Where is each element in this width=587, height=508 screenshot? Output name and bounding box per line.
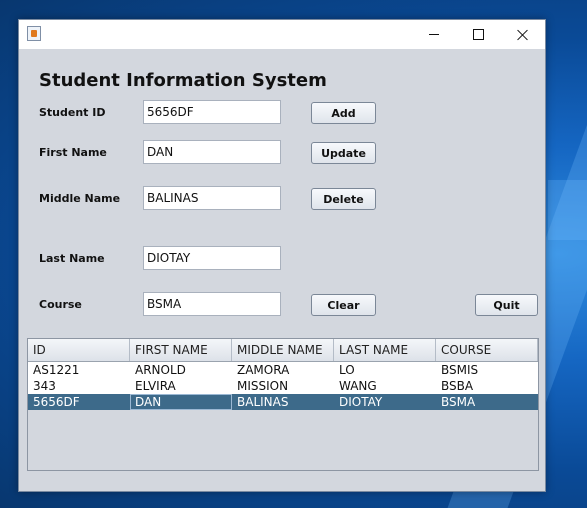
table-cell[interactable]: ARNOLD: [130, 362, 232, 378]
column-header-id[interactable]: ID: [28, 339, 130, 361]
table-cell[interactable]: 343: [28, 378, 130, 394]
table-row-selected[interactable]: 5656DF DAN BALINAS DIOTAY BSMA: [28, 394, 538, 410]
table-cell[interactable]: BSBA: [436, 378, 538, 394]
middle-name-label: Middle Name: [39, 192, 121, 205]
student-id-field[interactable]: [143, 100, 281, 124]
column-header-first-name[interactable]: FIRST NAME: [130, 339, 232, 361]
desktop-light-beam: [548, 180, 587, 240]
table-cell[interactable]: MISSION: [232, 378, 334, 394]
table-cell[interactable]: BALINAS: [232, 394, 334, 410]
table-cell[interactable]: BSMA: [436, 394, 538, 410]
middle-name-field[interactable]: [143, 186, 281, 210]
table-row[interactable]: AS1221 ARNOLD ZAMORA LO BSMIS: [28, 362, 538, 378]
last-name-label: Last Name: [39, 252, 105, 265]
delete-button[interactable]: Delete: [311, 188, 376, 210]
close-button[interactable]: [500, 20, 546, 49]
column-header-middle-name[interactable]: MIDDLE NAME: [232, 339, 334, 361]
first-name-field[interactable]: [143, 140, 281, 164]
student-id-label: Student ID: [39, 106, 106, 119]
maximize-button[interactable]: [455, 20, 501, 49]
close-icon: [517, 29, 529, 41]
student-table[interactable]: ID FIRST NAME MIDDLE NAME LAST NAME COUR…: [27, 338, 539, 471]
table-cell[interactable]: LO: [334, 362, 436, 378]
title-bar[interactable]: [19, 20, 545, 49]
table-header: ID FIRST NAME MIDDLE NAME LAST NAME COUR…: [28, 339, 538, 362]
page-title: Student Information System: [39, 70, 327, 91]
minimize-button[interactable]: [411, 20, 457, 49]
quit-button[interactable]: Quit: [475, 294, 538, 316]
update-button[interactable]: Update: [311, 142, 376, 164]
table-cell[interactable]: BSMIS: [436, 362, 538, 378]
clear-button[interactable]: Clear: [311, 294, 376, 316]
table-cell[interactable]: WANG: [334, 378, 436, 394]
maximize-icon: [472, 29, 484, 40]
java-app-icon[interactable]: [27, 26, 41, 41]
table-cell[interactable]: ZAMORA: [232, 362, 334, 378]
column-header-course[interactable]: COURSE: [436, 339, 538, 361]
first-name-label: First Name: [39, 146, 107, 159]
table-cell[interactable]: DIOTAY: [334, 394, 436, 410]
course-field[interactable]: [143, 292, 281, 316]
app-window: Student Information System Student ID Fi…: [18, 19, 546, 492]
table-cell[interactable]: ELVIRA: [130, 378, 232, 394]
table-cell[interactable]: AS1221: [28, 362, 130, 378]
add-button[interactable]: Add: [311, 102, 376, 124]
table-cell-focused[interactable]: DAN: [130, 394, 232, 410]
column-header-last-name[interactable]: LAST NAME: [334, 339, 436, 361]
last-name-field[interactable]: [143, 246, 281, 270]
table-cell[interactable]: 5656DF: [28, 394, 130, 410]
table-row[interactable]: 343 ELVIRA MISSION WANG BSBA: [28, 378, 538, 394]
minimize-icon: [429, 34, 439, 35]
course-label: Course: [39, 298, 82, 311]
